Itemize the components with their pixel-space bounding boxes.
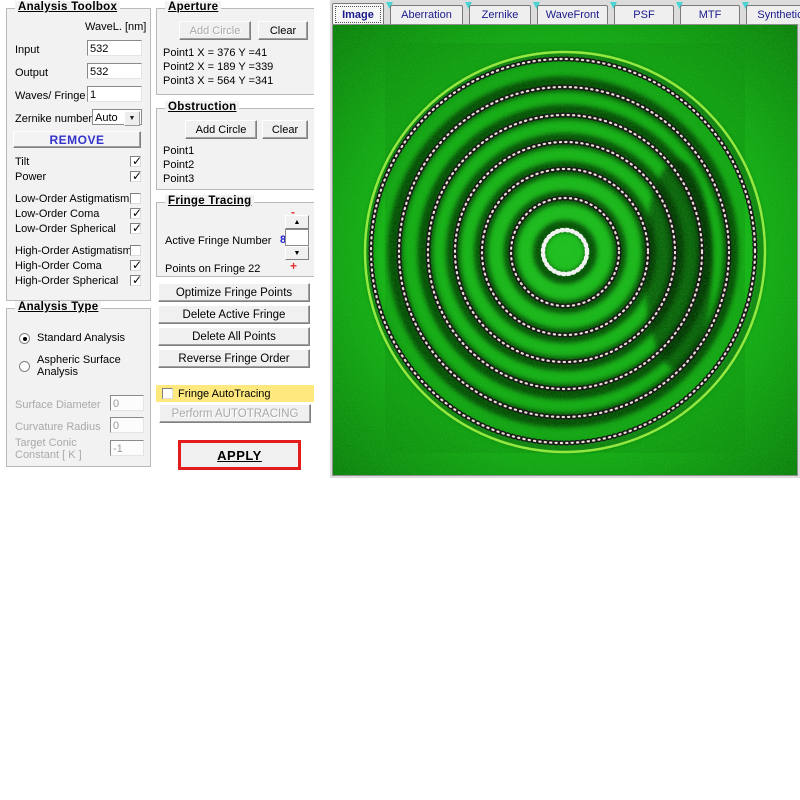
reverse-fringe-order-button[interactable]: Reverse Fringe Order	[158, 349, 310, 368]
aperture-title: Aperture	[165, 1, 221, 13]
term-checkbox-power[interactable]: ✓	[130, 171, 141, 182]
term-checkbox-tilt[interactable]: ✓	[130, 156, 141, 167]
term-label-high-order-coma: High-Order Coma	[15, 260, 102, 272]
tab-zernike[interactable]: Zernike	[469, 5, 531, 24]
fringe-autotracing-checkbox[interactable]	[162, 388, 173, 399]
target-conic-constant-label: Target Conic Constant [ K ]	[15, 437, 105, 461]
active-fringe-number-label: Active Fringe Number	[165, 235, 271, 247]
aperture-point-1: Point1 X = 376 Y =41	[163, 47, 267, 59]
surface-diameter-field[interactable]: 0	[110, 395, 144, 411]
radio-label-standard-analysis: Standard Analysis	[37, 332, 125, 344]
tab-strip: Image Aberration Zernike WaveFront PSF M…	[330, 2, 800, 24]
analysis-toolbox-panel: Analysis Toolbox WaveL. [nm] Input 532 O…	[6, 8, 151, 301]
tab-psf[interactable]: PSF	[614, 5, 674, 24]
term-checkbox-low-order-astigmatism[interactable]	[130, 193, 141, 204]
tab-mtf-label: MTF	[699, 9, 722, 21]
term-checkbox-low-order-spherical[interactable]: ✓	[130, 223, 141, 234]
term-label-tilt: Tilt	[15, 156, 29, 168]
zernike-number-select[interactable]: Auto ▼	[92, 109, 142, 125]
term-label-low-order-spherical: Low-Order Spherical	[15, 223, 116, 235]
analysis-toolbox-title: Analysis Toolbox	[15, 1, 120, 13]
delete-all-points-button[interactable]: Delete All Points	[158, 327, 310, 346]
obstruction-add-circle-button[interactable]: Add Circle	[185, 120, 257, 139]
tab-synthetic-label: Synthetic	[757, 9, 800, 21]
term-checkbox-high-order-coma[interactable]: ✓	[130, 260, 141, 271]
down-arrow-icon[interactable]: ▼	[285, 246, 309, 260]
output-field[interactable]: 532	[87, 63, 142, 79]
surface-diameter-label: Surface Diameter	[15, 399, 101, 411]
obstruction-title: Obstruction	[165, 101, 239, 113]
curvature-radius-label: Curvature Radius	[15, 421, 101, 433]
radio-label-aspheric-surface-analysis: Aspheric Surface Analysis	[37, 354, 142, 378]
term-checkbox-low-order-coma[interactable]: ✓	[130, 208, 141, 219]
tab-aberration-label: Aberration	[401, 9, 452, 21]
tab-psf-label: PSF	[633, 9, 654, 21]
tab-mtf[interactable]: MTF	[680, 5, 740, 24]
output-label: Output	[15, 67, 48, 79]
interferogram-viewport[interactable]	[332, 24, 798, 476]
obstruction-point-1: Point1	[163, 145, 194, 157]
fringe-tracing-panel: Fringe Tracing Active Fringe Number 8 - …	[156, 202, 316, 277]
obstruction-point-2: Point2	[163, 159, 194, 171]
zernike-number-label: Zernike number	[15, 113, 92, 125]
radio-aspheric-surface-analysis[interactable]	[19, 361, 30, 372]
delete-active-fringe-button[interactable]: Delete Active Fringe	[158, 305, 310, 324]
results-pane: Image Aberration Zernike WaveFront PSF M…	[330, 0, 800, 478]
chevron-down-icon[interactable]: ▼	[124, 111, 140, 126]
term-label-low-order-astigmatism: Low-Order Astigmatism	[15, 193, 129, 205]
term-checkbox-high-order-astigmatism[interactable]	[130, 245, 141, 256]
target-conic-constant-field[interactable]: -1	[110, 440, 144, 456]
tab-wavefront-label: WaveFront	[546, 9, 599, 21]
waves-per-fringe-label: Waves/ Fringe	[15, 90, 86, 102]
analysis-type-panel: Analysis Type Standard Analysis Aspheric…	[6, 308, 151, 467]
waves-per-fringe-field[interactable]: 1	[87, 86, 142, 102]
aperture-point-3: Point3 X = 564 Y =341	[163, 75, 273, 87]
remove-button[interactable]: REMOVE	[13, 131, 141, 148]
aperture-add-circle-button[interactable]: Add Circle	[179, 21, 251, 40]
up-arrow-icon[interactable]: ▲	[285, 215, 309, 229]
tab-wavefront[interactable]: WaveFront	[537, 5, 608, 24]
fringe-tracing-title: Fringe Tracing	[165, 195, 254, 207]
analysis-type-title: Analysis Type	[15, 301, 101, 313]
optimize-fringe-points-button[interactable]: Optimize Fringe Points	[158, 283, 310, 302]
zernike-number-value: Auto	[95, 112, 118, 124]
tab-aberration[interactable]: Aberration	[390, 5, 463, 24]
apply-button[interactable]: APPLY	[178, 440, 301, 470]
term-label-low-order-coma: Low-Order Coma	[15, 208, 99, 220]
fringe-number-spin-field[interactable]	[285, 229, 309, 246]
aperture-panel: Aperture Add Circle Clear Point1 X = 376…	[156, 8, 316, 95]
aperture-clear-button[interactable]: Clear	[258, 21, 308, 40]
increment-fringe-icon[interactable]: +	[290, 259, 297, 273]
curvature-radius-field[interactable]: 0	[110, 417, 144, 433]
tab-zernike-label: Zernike	[482, 9, 519, 21]
tab-synthetic[interactable]: Synthetic	[746, 5, 800, 24]
fringe-number-spinner[interactable]: ▲ ▼	[285, 215, 309, 260]
obstruction-panel: Obstruction Add Circle Clear Point1 Poin…	[156, 108, 316, 190]
term-label-power: Power	[15, 171, 46, 183]
fringe-autotracing-row[interactable]: Fringe AutoTracing	[156, 385, 314, 402]
term-checkbox-high-order-spherical[interactable]: ✓	[130, 275, 141, 286]
wavelength-header: WaveL. [nm]	[85, 21, 146, 33]
interferogram-image[interactable]	[333, 25, 797, 475]
obstruction-clear-button[interactable]: Clear	[262, 120, 308, 139]
tab-image[interactable]: Image	[332, 3, 384, 25]
term-label-high-order-spherical: High-Order Spherical	[15, 275, 118, 287]
aperture-point-2: Point2 X = 189 Y =339	[163, 61, 273, 73]
obstruction-point-3: Point3	[163, 173, 194, 185]
fringe-autotracing-label: Fringe AutoTracing	[178, 388, 271, 400]
input-label: Input	[15, 44, 39, 56]
apply-button-label: APPLY	[217, 448, 262, 463]
interferometry-application: Analysis Toolbox WaveL. [nm] Input 532 O…	[0, 0, 800, 478]
term-label-high-order-astigmatism: High-Order Astigmatism	[15, 245, 132, 257]
points-on-fringe-label: Points on Fringe 22	[165, 263, 260, 275]
input-field[interactable]: 532	[87, 40, 142, 56]
perform-autotracing-button[interactable]: Perform AUTOTRACING	[159, 404, 311, 423]
radio-standard-analysis[interactable]	[19, 333, 30, 344]
